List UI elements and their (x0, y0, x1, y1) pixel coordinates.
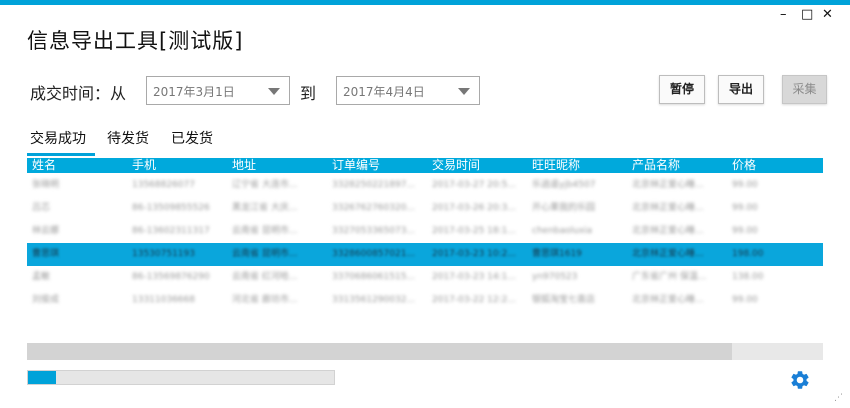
table-cell: 黑龙江省 大庆... (232, 203, 298, 213)
progress-bar (27, 370, 335, 385)
end-date-picker[interactable]: 2017年4月4日 (336, 76, 480, 105)
table-cell: 99.00 (732, 203, 758, 213)
table-cell: 2017-03-23 10:2... (432, 249, 516, 259)
start-date-picker[interactable]: 2017年3月1日 (146, 76, 290, 105)
date-range-label: 成交时间：从 (30, 84, 127, 103)
table-row[interactable]: 张晓明 13568826077 辽宁省 大连市... 3328250221897...… (27, 174, 823, 197)
table-cell: 云南省 昆明市... (232, 249, 298, 259)
column-header-address[interactable]: 地址 (232, 158, 256, 173)
table-cell: 99.00 (732, 295, 758, 305)
table-row[interactable]: 孟敏 86-13569876290 云南省 红河哈... 3370686061515.… (27, 266, 823, 289)
table-header: 姓名 手机 地址 订单编号 交易时间 旺旺昵称 产品名称 价格 (27, 158, 823, 173)
progress-fill (28, 371, 56, 384)
collect-button[interactable]: 采集 (782, 75, 827, 104)
table-cell: 2017-03-23 14:1... (432, 272, 516, 282)
table-cell: 孟敏 (32, 272, 51, 282)
close-button[interactable]: ✕ (822, 8, 833, 22)
table-cell: 北京林正爱心睡... (632, 180, 704, 190)
table-row[interactable]: 林云娜 86-13602311317 云南省 昆明市... 3327053365073… (27, 220, 823, 243)
table-cell: 13530751193 (132, 249, 195, 259)
table-cell: 云南省 红河哈... (232, 272, 298, 282)
table-cell: 3328600857021... (332, 249, 416, 259)
table-cell: 曹思琪 (32, 249, 60, 259)
table-cell: 北京林正爱心睡... (632, 226, 704, 236)
active-tab-indicator (27, 153, 95, 156)
tab-pending-shipment[interactable]: 待发货 (107, 128, 149, 148)
table-cell: 辽宁省 大连市... (232, 180, 298, 190)
table-cell: 3328250221897... (332, 180, 416, 190)
table-cell: 开心果我的乐园 (532, 203, 596, 213)
table-cell: 曹思琪1619 (532, 249, 582, 259)
column-header-trade-time[interactable]: 交易时间 (432, 158, 480, 173)
table-cell: 2017-03-27 20:5... (432, 180, 516, 190)
pause-button[interactable]: 暂停 (659, 75, 705, 104)
chevron-down-icon[interactable] (268, 88, 280, 95)
table-cell: 13568826077 (132, 180, 195, 190)
table-cell: 广东省广州 保温... (632, 272, 707, 282)
table-cell: 86-13569876290 (132, 272, 210, 282)
tab-trade-success[interactable]: 交易成功 (30, 128, 86, 148)
scrollbar-thumb[interactable] (27, 343, 732, 360)
table-row[interactable]: 曹思琪 13530751193 云南省 昆明市... 3328600857021...… (27, 243, 823, 266)
table-row[interactable]: 刘俊成 13311036668 河北省 廊坊市... 3313561290032...… (27, 289, 823, 312)
horizontal-scrollbar[interactable] (27, 343, 823, 360)
table-cell: 2017-03-26 20:3... (432, 203, 516, 213)
table-cell: 99.00 (732, 180, 758, 190)
chevron-down-icon[interactable] (458, 88, 470, 95)
table-cell: 86-13602311317 (132, 226, 210, 236)
window-accent-bar (0, 0, 850, 5)
export-button[interactable]: 导出 (718, 75, 764, 104)
table-cell: 银狐淘宝七喜店 (532, 295, 596, 305)
table-cell: 刘俊成 (32, 295, 60, 305)
window-title: 信息导出工具[测试版] (27, 29, 244, 53)
table-cell: 13311036668 (132, 295, 195, 305)
end-date-value: 2017年4月4日 (343, 85, 425, 99)
maximize-button[interactable]: □ (801, 8, 813, 22)
table-cell: 3313561290032... (332, 295, 416, 305)
gear-icon[interactable] (789, 369, 811, 391)
column-header-order-id[interactable]: 订单编号 (332, 158, 380, 173)
table-cell: 北京林正爱心睡... (632, 295, 704, 305)
table-cell: chenbaoluxia (532, 226, 593, 236)
table-cell: 99.00 (732, 226, 758, 236)
tab-shipped[interactable]: 已发货 (171, 128, 213, 148)
column-header-name[interactable]: 姓名 (32, 158, 56, 173)
table-cell: yn970523 (532, 272, 578, 282)
table-cell: 3327053365073... (332, 226, 416, 236)
resize-grip-icon[interactable]: ⋰ (834, 393, 843, 403)
table-cell: 86-13509855526 (132, 203, 210, 213)
table-cell: 北京林正爱心睡... (632, 249, 704, 259)
table-cell: 乐逍遥yjb4507 (532, 180, 596, 190)
minimize-button[interactable]: – (780, 8, 787, 22)
table-cell: 张晓明 (32, 180, 60, 190)
column-header-wangwang-nick[interactable]: 旺旺昵称 (532, 158, 580, 173)
table-cell: 2017-03-25 18:1... (432, 226, 516, 236)
table-cell: 3370686061515... (332, 272, 416, 282)
table-cell: 云南省 昆明市... (232, 226, 298, 236)
table-cell: 138.00 (732, 272, 764, 282)
table-cell: 198.00 (732, 249, 764, 259)
start-date-value: 2017年3月1日 (153, 85, 235, 99)
table-cell: 2017-03-22 12:2... (432, 295, 516, 305)
table-cell: 林云娜 (32, 226, 60, 236)
table-cell: 吕芯 (32, 203, 51, 213)
table-row[interactable]: 吕芯 86-13509855526 黑龙江省 大庆... 3326762760320.… (27, 197, 823, 220)
table-cell: 北京林正爱心睡... (632, 203, 704, 213)
table-cell: 3326762760320... (332, 203, 416, 213)
table-cell: 河北省 廊坊市... (232, 295, 298, 305)
column-header-price[interactable]: 价格 (732, 158, 756, 173)
column-header-product[interactable]: 产品名称 (632, 158, 680, 173)
to-label: 到 (300, 84, 317, 103)
column-header-phone[interactable]: 手机 (132, 158, 156, 173)
